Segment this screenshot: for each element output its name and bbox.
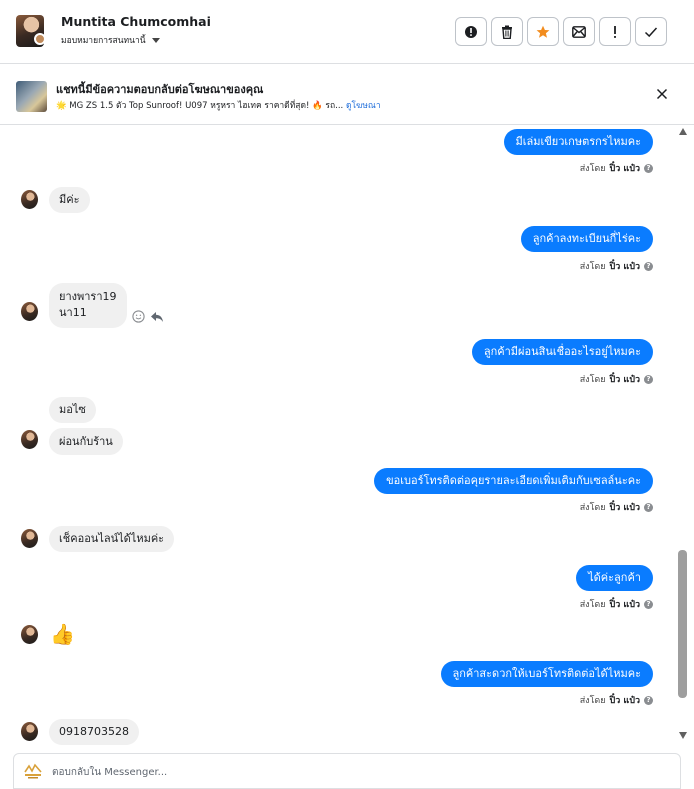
star-button[interactable] <box>527 17 559 46</box>
scrollbar-thumb[interactable] <box>678 550 687 698</box>
exclamation-circle-icon <box>465 25 477 38</box>
exclamation-icon <box>614 25 616 38</box>
scroll-down-arrow-icon[interactable] <box>679 732 687 739</box>
incoming-message[interactable]: มีค่ะ <box>49 187 90 213</box>
sender-avatar <box>21 302 38 321</box>
mark-spam-button[interactable] <box>455 17 487 46</box>
reply-input[interactable] <box>52 764 652 780</box>
contact-avatar[interactable] <box>16 15 46 47</box>
incoming-message[interactable]: ยางพารา19 นา11 <box>49 283 127 328</box>
sender-avatar <box>21 625 38 644</box>
incoming-message[interactable]: ผ่อนกับร้าน <box>49 428 123 455</box>
view-ad-link[interactable]: ดูโฆษณา <box>346 101 381 111</box>
help-icon[interactable]: ? <box>644 261 653 271</box>
mark-unread-button[interactable] <box>563 17 595 46</box>
follow-up-button[interactable] <box>599 17 631 46</box>
close-icon[interactable] <box>654 86 670 102</box>
sender-avatar <box>21 190 38 209</box>
ad-thumbnail[interactable] <box>16 81 47 112</box>
sent-by-label: ส่งโดย ปิ๋ว แป๋ว? <box>580 161 653 175</box>
ad-banner-subtitle: 🌟 MG ZS 1.5 ตัว Top Sunroof! U097 หรูหรา… <box>56 98 381 112</box>
sent-by-label: ส่งโดย ปิ๋ว แป๋ว? <box>580 372 653 386</box>
scroll-up-arrow-icon[interactable] <box>679 128 687 135</box>
emoji-react-icon[interactable] <box>132 310 145 323</box>
ad-reply-banner: แชทนี้มีข้อความตอบกลับต่อโฆษณาของคุณ 🌟 M… <box>0 65 694 125</box>
sent-by-label: ส่งโดย ปิ๋ว แป๋ว? <box>580 597 653 611</box>
messenger-inbox-window: Muntita Chumcomhai มอบหมายการสนทนานี้ แช… <box>0 0 694 789</box>
outgoing-message[interactable]: ลูกค้าสะดวกให้เบอร์โทรติดต่อได้ไหมคะ <box>440 661 653 687</box>
incoming-message[interactable]: 0918703528 <box>49 719 139 745</box>
contact-name[interactable]: Muntita Chumcomhai <box>61 14 211 29</box>
assign-conversation-dropdown[interactable]: มอบหมายการสนทนานี้ <box>61 33 160 47</box>
mark-unread-icon <box>572 25 586 38</box>
reply-composer <box>13 753 681 789</box>
thumbs-up-emoji[interactable]: 👍 <box>50 620 75 648</box>
incoming-message[interactable]: เช็คออนไลน์ได้ไหมค่ะ <box>49 526 175 552</box>
sender-avatar <box>21 529 38 548</box>
ad-banner-title: แชทนี้มีข้อความตอบกลับต่อโฆษณาของคุณ <box>56 83 264 96</box>
star-icon <box>536 25 550 38</box>
delete-button[interactable] <box>491 17 523 46</box>
sent-by-label: ส่งโดย ปิ๋ว แป๋ว? <box>580 693 653 707</box>
sent-by-label: ส่งโดย ปิ๋ว แป๋ว? <box>580 500 653 514</box>
check-icon <box>644 26 658 37</box>
conversation-header: Muntita Chumcomhai มอบหมายการสนทนานี้ <box>0 0 694 64</box>
conversation-actions <box>455 17 667 46</box>
caret-down-icon <box>151 37 160 43</box>
message-actions <box>132 310 164 323</box>
trash-icon <box>502 25 512 39</box>
outgoing-message[interactable]: ขอเบอร์โทรติดต่อคุยรายละเอียดเพิ่มเติมกั… <box>374 468 653 494</box>
outgoing-message[interactable]: ลูกค้าลงทะเบียนกี่ไร่คะ <box>520 226 653 252</box>
help-icon[interactable]: ? <box>644 695 653 705</box>
ad-banner-text: 🌟 MG ZS 1.5 ตัว Top Sunroof! U097 หรูหรา… <box>56 101 344 111</box>
mark-done-button[interactable] <box>635 17 667 46</box>
outgoing-message[interactable]: ลูกค้ามีผ่อนสินเชื่ออะไรอยู่ไหมคะ <box>471 339 653 365</box>
help-icon[interactable]: ? <box>644 599 653 609</box>
assign-label: มอบหมายการสนทนานี้ <box>61 36 146 46</box>
help-icon[interactable]: ? <box>644 163 653 173</box>
help-icon[interactable]: ? <box>644 502 653 512</box>
sender-avatar <box>21 722 38 741</box>
incoming-message[interactable]: มอไซ <box>49 397 96 423</box>
sender-avatar <box>21 430 38 449</box>
help-icon[interactable]: ? <box>644 374 653 384</box>
outgoing-message[interactable]: มีเล่มเขียวเกษตรกรไหมคะ <box>503 129 653 155</box>
page-logo-icon <box>24 763 42 779</box>
outgoing-message[interactable]: ได้ค่ะลูกค้า <box>576 565 653 591</box>
reply-icon[interactable] <box>150 311 164 323</box>
sent-by-label: ส่งโดย ปิ๋ว แป๋ว? <box>580 259 653 273</box>
